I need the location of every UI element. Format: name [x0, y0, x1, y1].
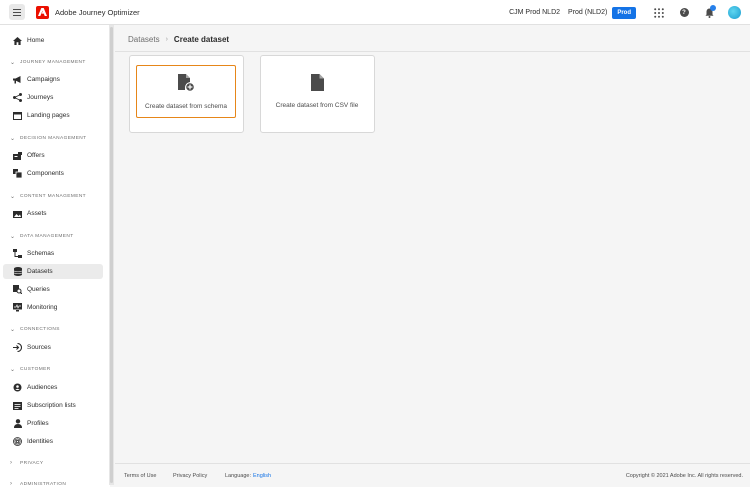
user-icon: [13, 419, 22, 428]
offer-icon: [13, 151, 22, 160]
sidebar-item-offers[interactable]: Offers: [3, 148, 103, 163]
sidebar-item-label: Journeys: [27, 94, 54, 101]
chevron-down-icon: ⌄: [10, 233, 16, 240]
sidebar-item-identities[interactable]: Identities: [3, 434, 103, 449]
sandbox-name[interactable]: Prod (NLD2): [568, 9, 607, 16]
chevron-right-icon: ›: [10, 460, 13, 466]
language-label: Language:: [225, 473, 251, 479]
query-icon: [13, 285, 22, 294]
sidebar-item-label: Campaigns: [27, 76, 60, 83]
menu-icon[interactable]: [9, 4, 25, 20]
chevron-right-icon: ›: [10, 481, 13, 487]
section-data-management[interactable]: ⌄ DATA MANAGEMENT: [10, 231, 74, 241]
home-icon: [13, 36, 22, 45]
list-icon: [13, 401, 22, 410]
page-title: Create dataset: [173, 34, 230, 44]
sidebar-item-label: Home: [27, 37, 45, 44]
journey-icon: [13, 93, 22, 102]
bell-icon[interactable]: [703, 4, 716, 19]
avatar[interactable]: [728, 6, 741, 19]
section-decision-management[interactable]: ⌄ DECISION MANAGEMENT: [10, 133, 87, 143]
card-label: Create dataset from schema: [144, 102, 227, 110]
section-journey-management[interactable]: ⌄ JOURNEY MANAGEMENT: [10, 57, 86, 67]
sidebar-item-label: Assets: [27, 210, 47, 217]
org-switcher[interactable]: CJM Prod NLD2: [509, 9, 560, 16]
sidebar-item-campaigns[interactable]: Campaigns: [3, 72, 103, 87]
section-privacy[interactable]: › PRIVACY: [10, 458, 44, 468]
database-icon: [13, 267, 22, 276]
sidebar-item-label: Monitoring: [27, 304, 58, 311]
notification-dot: [710, 4, 716, 11]
section-content-management[interactable]: ⌄ CONTENT MANAGEMENT: [10, 191, 86, 201]
terms-link[interactable]: Terms of Use: [124, 473, 156, 479]
sidebar-item-subscription-lists[interactable]: Subscription lists: [3, 398, 103, 413]
sidebar-item-label: Sources: [27, 344, 51, 351]
landing-page-icon: [13, 111, 22, 120]
sandbox-badge[interactable]: Prod: [612, 6, 636, 19]
sidebar-item-home[interactable]: Home: [3, 33, 103, 48]
chevron-down-icon: ⌄: [10, 366, 16, 373]
top-bar: Adobe Journey Optimizer CJM Prod NLD2 Pr…: [0, 0, 750, 25]
sidebar-item-profiles[interactable]: Profiles: [3, 416, 103, 431]
breadcrumb-datasets-link[interactable]: Datasets: [128, 35, 160, 44]
audience-icon: [13, 383, 22, 392]
sidebar-item-label: Subscription lists: [27, 402, 76, 409]
chevron-down-icon: ⌄: [10, 326, 16, 333]
sidebar-item-label: Queries: [27, 286, 50, 293]
sidebar-item-assets[interactable]: Assets: [3, 206, 103, 221]
sidebar-item-label: Offers: [27, 152, 45, 159]
megaphone-icon: [13, 75, 22, 84]
sidebar-item-label: Landing pages: [27, 112, 70, 119]
card-label: Create dataset from CSV file: [275, 102, 359, 109]
copyright: Copyright © 2021 Adobe Inc. All rights r…: [625, 473, 743, 479]
sidebar-item-journeys[interactable]: Journeys: [3, 90, 103, 105]
header-divider: [115, 51, 750, 52]
sidebar-item-datasets[interactable]: Datasets: [3, 264, 103, 279]
sidebar-item-audiences[interactable]: Audiences: [3, 380, 103, 395]
assets-icon: [13, 209, 22, 218]
monitor-icon: [13, 303, 22, 312]
sidebar-item-queries[interactable]: Queries: [3, 282, 103, 297]
sidebar-item-components[interactable]: Components: [3, 166, 103, 181]
breadcrumb: Datasets › Create dataset: [128, 33, 229, 45]
sidebar-item-label: Identities: [27, 438, 54, 445]
sidebar-item-label: Profiles: [27, 420, 49, 427]
sidebar-scrollbar[interactable]: [109, 25, 114, 485]
sidebar-item-sources[interactable]: Sources: [3, 340, 103, 355]
help-icon[interactable]: ?: [678, 7, 690, 19]
sidebar-item-label: Components: [27, 170, 64, 177]
chevron-down-icon: ⌄: [10, 135, 16, 142]
adobe-logo-icon[interactable]: [36, 5, 49, 19]
create-from-csv-card[interactable]: Create dataset from CSV file: [260, 55, 375, 133]
schema-icon: [13, 249, 22, 258]
components-icon: [13, 169, 22, 178]
language-selector[interactable]: English: [253, 473, 271, 479]
section-customer[interactable]: ⌄ CUSTOMER: [10, 364, 51, 374]
chevron-down-icon: ⌄: [10, 59, 16, 66]
document-icon: [310, 74, 324, 96]
sidebar-item-label: Datasets: [27, 268, 53, 275]
fingerprint-icon: [13, 437, 22, 446]
sidebar-item-label: Audiences: [27, 384, 58, 391]
create-from-schema-card[interactable]: Create dataset from schema: [129, 55, 244, 133]
section-administration[interactable]: › ADMINISTRATION: [10, 479, 66, 487]
sidebar: Home ⌄ JOURNEY MANAGEMENT Campaigns Jour…: [0, 25, 110, 487]
privacy-link[interactable]: Privacy Policy: [173, 473, 207, 479]
apps-grid-icon[interactable]: [653, 7, 665, 19]
document-add-icon: [177, 73, 195, 97]
chevron-down-icon: ⌄: [10, 193, 16, 200]
sidebar-item-label: Schemas: [27, 250, 55, 257]
chevron-right-icon: ›: [165, 35, 168, 43]
section-connections[interactable]: ⌄ CONNECTIONS: [10, 324, 60, 334]
source-icon: [13, 343, 22, 352]
app-title[interactable]: Adobe Journey Optimizer: [55, 8, 140, 17]
sidebar-item-landing-pages[interactable]: Landing pages: [3, 108, 103, 123]
sidebar-item-monitoring[interactable]: Monitoring: [3, 300, 103, 315]
footer: Terms of Use Privacy Policy Language: En…: [115, 463, 750, 487]
sidebar-item-schemas[interactable]: Schemas: [3, 246, 103, 261]
